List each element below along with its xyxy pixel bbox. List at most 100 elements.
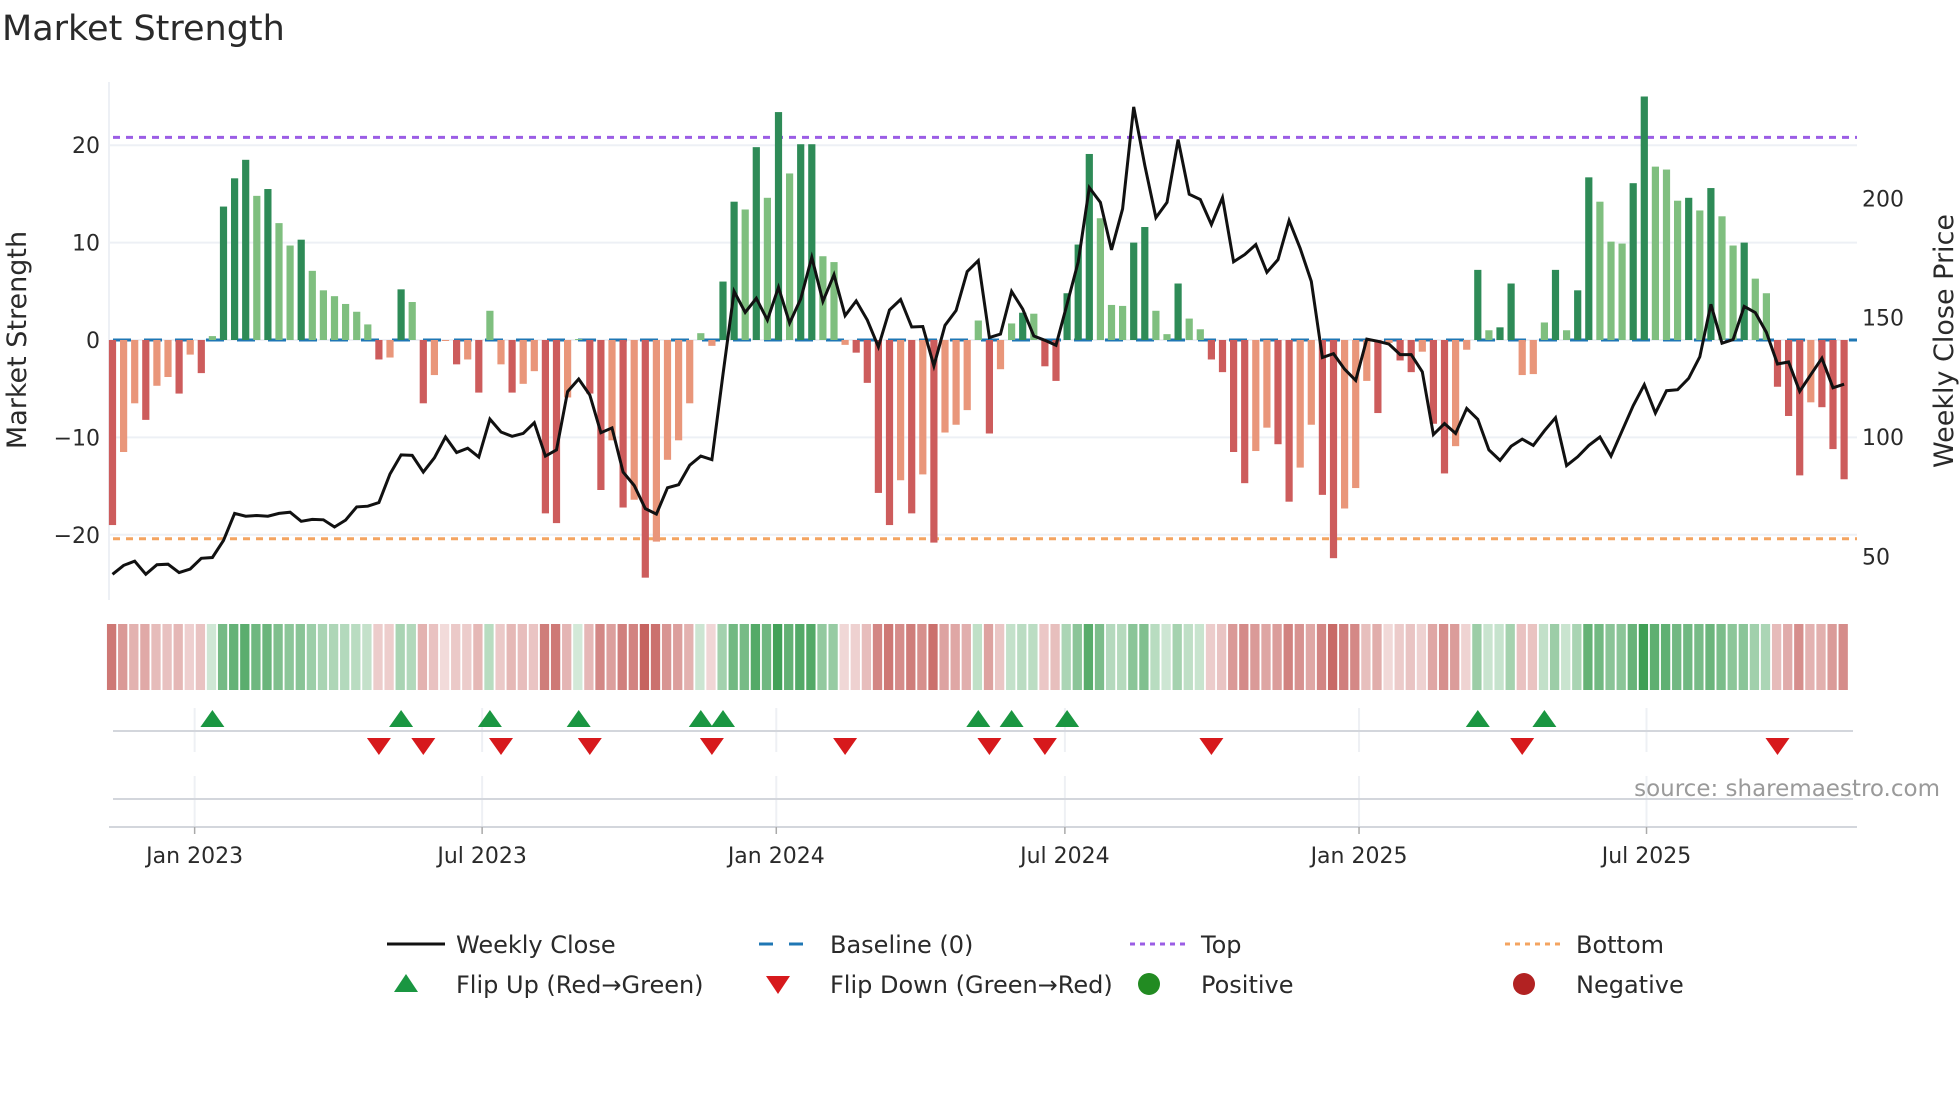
strength-bar (330, 296, 339, 340)
strength-bar (1374, 340, 1382, 414)
strength-bar (752, 147, 760, 340)
flip-down-marker (489, 738, 513, 755)
heatmap-cell (1205, 624, 1216, 690)
heatmap-cell (1239, 624, 1249, 690)
heatmap-cell (1649, 624, 1660, 690)
heatmap-cell (795, 624, 805, 690)
strength-bar (1685, 197, 1693, 340)
heatmap-cell (1272, 624, 1282, 690)
heatmap-cell (1383, 624, 1393, 690)
strength-bar (219, 206, 228, 340)
strength-heatmap-strip (106, 624, 1848, 690)
heatmap-cell (1327, 624, 1338, 690)
strength-bar (1474, 269, 1482, 340)
y-axis-title: Market Strength (2, 231, 33, 449)
heatmap-cell (1161, 624, 1171, 690)
heatmap-cell (262, 624, 272, 690)
heatmap-cell (1705, 624, 1715, 690)
strength-bar (630, 340, 638, 500)
heatmap-cell (1816, 624, 1826, 690)
heatmap-cell (317, 624, 328, 690)
heatmap-cell (1605, 624, 1615, 690)
x-tick-label: Jul 2024 (1018, 844, 1110, 869)
legend-triangle-up-icon (394, 974, 418, 992)
heatmap-cell (1350, 624, 1360, 690)
heatmap-cell (595, 624, 605, 690)
heatmap-cell (1549, 624, 1560, 690)
strength-bar (1551, 269, 1560, 340)
strength-bar (1096, 218, 1104, 340)
strength-bar (1440, 340, 1449, 474)
strength-bar (1085, 153, 1093, 340)
strength-bar (1463, 340, 1471, 350)
legend-triangle-down-icon (766, 976, 790, 994)
heatmap-cell (295, 624, 305, 690)
flip-up-marker (389, 710, 414, 727)
heatmap-cell (1316, 624, 1327, 690)
strength-bar (231, 178, 239, 340)
flip-up-marker (200, 710, 225, 727)
right-axis-ticks: 200 150 100 50 (1862, 187, 1904, 570)
heatmap-cell (1538, 624, 1549, 690)
strength-bar (275, 223, 283, 340)
heatmap-cell (1827, 624, 1837, 690)
heatmap-cell (340, 624, 350, 690)
strength-bar (963, 340, 971, 411)
strength-bar (375, 340, 383, 360)
heatmap-cell (972, 624, 983, 690)
heatmap-cell (1117, 624, 1127, 690)
flip-up-marker (999, 710, 1024, 727)
heatmap-cell (850, 624, 860, 690)
heatmap-cell (1139, 624, 1149, 690)
heatmap-cell (1405, 624, 1415, 690)
heatmap-cell (1006, 624, 1016, 690)
heatmap-cell (728, 624, 738, 690)
heatmap-cell (1838, 624, 1848, 690)
heatmap-cell (806, 624, 816, 690)
strength-bar (1196, 329, 1204, 340)
strength-bar (408, 302, 416, 340)
strength-bar (308, 270, 316, 340)
y2-tick-label: 200 (1862, 187, 1904, 212)
flip-down-marker (1032, 738, 1057, 755)
heatmap-cell (1760, 624, 1771, 690)
strength-bar (619, 340, 627, 508)
strength-bar (1629, 183, 1637, 340)
heatmap-cell (1438, 624, 1449, 690)
strength-bar (175, 340, 183, 394)
heatmap-cell (184, 624, 194, 690)
strength-bar (774, 112, 783, 340)
strength-bar (1352, 340, 1360, 489)
strength-bar (1751, 278, 1759, 340)
heatmap-cell (229, 624, 239, 690)
heatmap-cell (195, 624, 206, 690)
heatmap-cell (1516, 624, 1526, 690)
strength-bar (419, 340, 427, 404)
strength-bar (1241, 340, 1249, 484)
heatmap-cell (1228, 624, 1238, 690)
heatmap-cell (639, 624, 650, 690)
heatmap-cell (384, 624, 394, 690)
strength-bar (885, 340, 894, 526)
heatmap-cell (1250, 624, 1260, 690)
heatmap-cell (573, 624, 583, 690)
heatmap-cell (1572, 624, 1582, 690)
heatmap-cell (617, 624, 627, 690)
flip-markers-panel (109, 708, 1857, 828)
heatmap-cell (1361, 624, 1371, 690)
y2-tick-label: 150 (1862, 307, 1904, 332)
strength-bar (242, 159, 250, 340)
heatmap-cell (1261, 624, 1271, 690)
flip-down-marker (833, 738, 858, 755)
y2-tick-label: 50 (1862, 545, 1890, 570)
strength-bar (952, 340, 960, 425)
heatmap-cell (1094, 624, 1105, 690)
heatmap-cell (1483, 624, 1493, 690)
strength-bar (996, 340, 1005, 370)
strength-bar (1718, 216, 1726, 340)
heatmap-cell (1771, 624, 1782, 690)
heatmap-cell (328, 624, 339, 690)
heatmap-cell (1627, 624, 1637, 690)
legend-label: Flip Down (Green→Red) (830, 971, 1113, 999)
heatmap-cell (994, 624, 1005, 690)
